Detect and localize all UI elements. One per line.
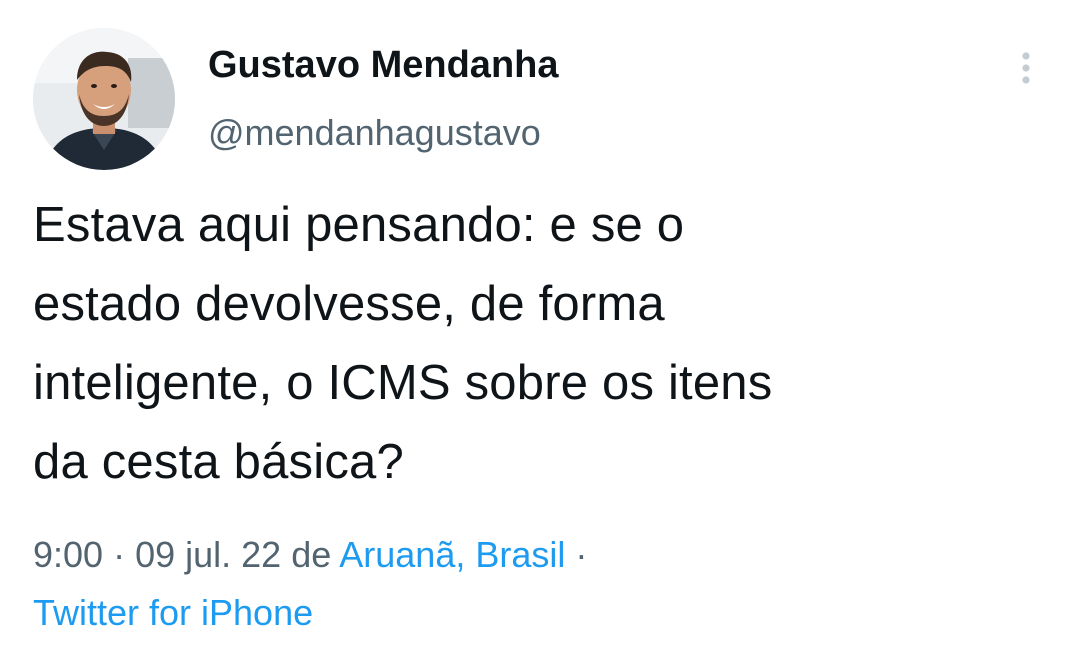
more-vertical-icon [1022,52,1030,84]
meta-separator-trailing: · [565,534,588,575]
avatar[interactable] [33,28,175,170]
tweet-text-line: da cesta básica? [33,435,404,489]
avatar-photo [33,28,175,170]
tweet-text: Estava aqui pensando: e se o estado devo… [33,186,1043,502]
tweet-text-line: Estava aqui pensando: e se o [33,198,685,252]
tweet-source-link[interactable]: Twitter for iPhone [33,584,313,642]
tweet: Gustavo Mendanha @mendanhagustavo Estava… [0,0,1080,669]
tweet-text-line: inteligente, o ICMS sobre os itens [33,356,773,410]
meta-separator: · [103,534,136,575]
more-options-button[interactable] [1004,46,1048,90]
location-link[interactable]: Aruanã, Brasil [339,534,565,575]
tweet-meta: 9:00 · 09 jul. 22 de Aruanã, Brasil · [33,526,587,584]
display-name[interactable]: Gustavo Mendanha [208,44,559,87]
tweet-time[interactable]: 9:00 [33,534,103,575]
tweet-date[interactable]: 09 jul. 22 [135,534,281,575]
location-prefix: de [281,534,340,575]
tweet-text-line: estado devolvesse, de forma [33,277,665,331]
user-handle[interactable]: @mendanhagustavo [208,112,541,154]
